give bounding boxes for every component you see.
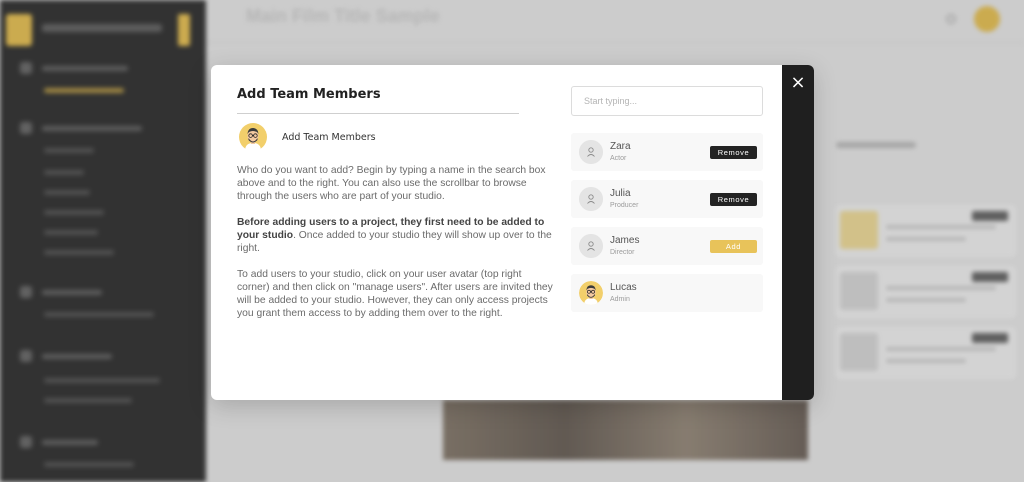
close-button[interactable]: × xyxy=(788,73,808,93)
instructions-paragraph-1: Who do you want to add? Begin by typing … xyxy=(237,165,546,202)
user-placeholder-icon xyxy=(579,140,603,164)
user-placeholder-icon xyxy=(579,187,603,211)
user-placeholder-icon xyxy=(579,234,603,258)
user-role: Admin xyxy=(610,296,630,303)
modal-close-bar: × xyxy=(782,65,814,400)
list-item: James Director Add xyxy=(571,227,763,265)
user-name: Julia xyxy=(610,188,631,199)
user-role: Director xyxy=(610,249,635,256)
list-item: Julia Producer Remove xyxy=(571,180,763,218)
add-team-members-modal: × Add Team Members Add Team Members Who … xyxy=(211,65,814,400)
list-item: Zara Actor Remove xyxy=(571,133,763,171)
user-list: Zara Actor Remove Julia Producer Remove … xyxy=(571,133,763,321)
instructions-paragraph-2: Before adding users to a project, they f… xyxy=(237,216,553,255)
add-button[interactable]: Add xyxy=(710,240,757,253)
instructions-paragraph-3: To add users to your studio, click on yo… xyxy=(237,269,553,319)
user-name: James xyxy=(610,235,640,246)
list-item: Lucas Admin xyxy=(571,274,763,312)
user-name: Lucas xyxy=(610,282,637,293)
section-header-label: Add Team Members xyxy=(282,131,376,143)
cartoon-avatar-icon xyxy=(239,123,267,151)
title-divider xyxy=(237,113,519,114)
user-name: Zara xyxy=(610,141,631,152)
remove-button[interactable]: Remove xyxy=(710,146,757,159)
section-header: Add Team Members xyxy=(239,123,376,151)
modal-title: Add Team Members xyxy=(237,87,381,102)
search-input[interactable] xyxy=(571,86,763,116)
remove-button[interactable]: Remove xyxy=(710,193,757,206)
instructions-text: Who do you want to add? Begin by typing … xyxy=(237,164,553,333)
user-role: Producer xyxy=(610,202,639,209)
cartoon-avatar-icon xyxy=(579,281,603,305)
user-role: Actor xyxy=(610,155,627,162)
